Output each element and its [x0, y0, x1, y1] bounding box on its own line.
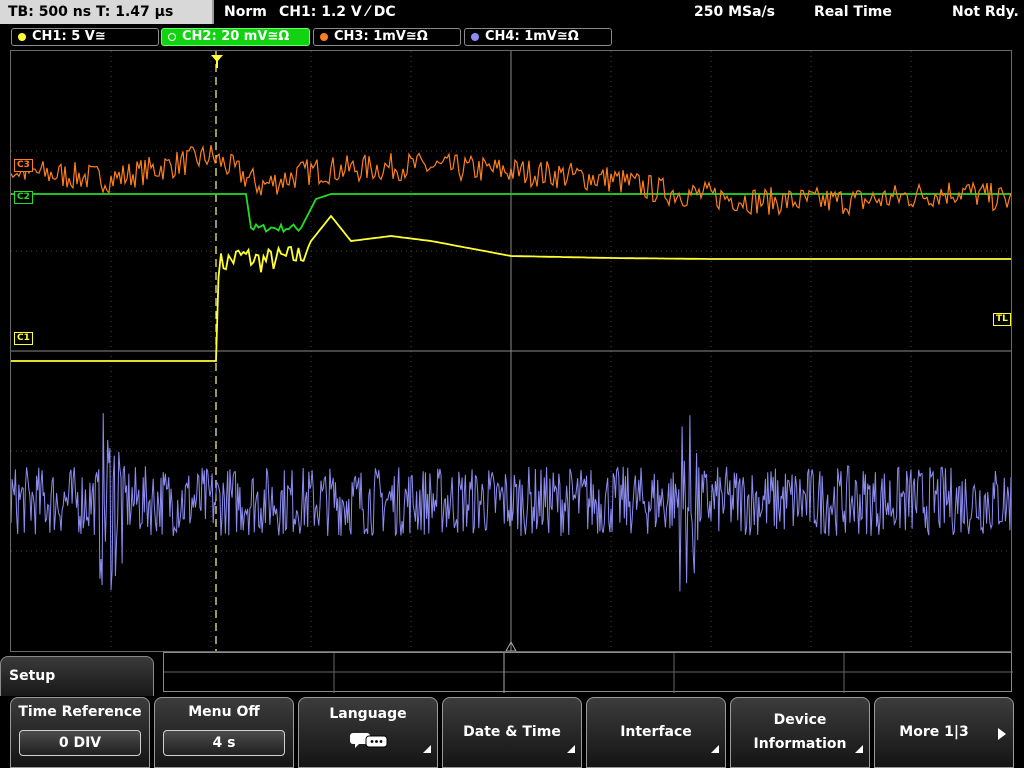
more-button[interactable]: More 1|3	[874, 697, 1014, 768]
trigger-level-marker[interactable]: TL	[993, 313, 1011, 326]
tab-ch2[interactable]: CH2: 20 mV≅Ω	[161, 28, 310, 46]
waveform-display[interactable]: C3 C2 C1 TL	[10, 50, 1012, 652]
language-label: Language	[329, 706, 407, 722]
device-information-button[interactable]: Device Information	[730, 697, 870, 768]
ch3-color-icon	[320, 33, 328, 41]
interface-button[interactable]: Interface	[586, 697, 726, 768]
ch1-color-icon	[18, 33, 26, 41]
ch4-color-icon	[471, 33, 479, 41]
arrow-right-icon	[997, 726, 1007, 740]
ch1-ground-marker[interactable]: C1	[14, 332, 33, 345]
menu-off-value: 4 s	[163, 730, 285, 756]
tab-ch3[interactable]: CH3: 1mV≅Ω	[313, 28, 461, 46]
ready-status: Not Rdy.	[952, 4, 1019, 20]
graticule-grid	[11, 51, 1011, 651]
submenu-corner-icon	[711, 745, 719, 753]
submenu-corner-icon	[855, 745, 863, 753]
menu-title: Setup	[0, 656, 154, 696]
language-button[interactable]: Language	[298, 697, 438, 768]
speech-bubble-icon	[349, 730, 389, 750]
ch2-color-icon	[168, 33, 176, 41]
trigger-mode[interactable]: Norm	[224, 0, 267, 24]
waveform-plot	[11, 51, 1011, 651]
date-time-button[interactable]: Date & Time	[442, 697, 582, 768]
ch2-ground-marker[interactable]: C2	[14, 191, 33, 204]
submenu-corner-icon	[423, 745, 431, 753]
device-information-label-2: Information	[753, 736, 847, 752]
menu-off-label: Menu Off	[188, 704, 260, 720]
tab-ch1[interactable]: CH1: 5 V≅	[11, 28, 159, 46]
ch3-ground-marker[interactable]: C3	[14, 159, 33, 172]
time-reference-label: Time Reference	[18, 704, 142, 720]
time-reference-button[interactable]: Time Reference 0 DIV	[10, 697, 150, 768]
tab-ch4-label: CH4: 1mV≅Ω	[485, 29, 579, 44]
timebase-readout[interactable]: TB: 500 ns T: 1.47 µs	[0, 0, 214, 24]
tab-ch4[interactable]: CH4: 1mV≅Ω	[464, 28, 612, 46]
status-bar: TB: 500 ns T: 1.47 µs Norm CH1: 1.2 V ⁄ …	[0, 0, 1024, 26]
tab-ch3-label: CH3: 1mV≅Ω	[334, 29, 428, 44]
tab-ch1-label: CH1: 5 V≅	[32, 29, 106, 44]
zoom-overview-bar	[163, 652, 1013, 693]
time-reference-value: 0 DIV	[19, 730, 141, 756]
submenu-corner-icon	[567, 745, 575, 753]
trigger-point-icon[interactable]	[210, 54, 224, 68]
zoom-overview-grid	[164, 653, 1013, 693]
trigger-source[interactable]: CH1: 1.2 V ⁄ DC	[279, 0, 396, 24]
device-information-label-1: Device	[773, 712, 827, 728]
menu-off-button[interactable]: Menu Off 4 s	[154, 697, 294, 768]
tab-ch2-label: CH2: 20 mV≅Ω	[182, 29, 290, 44]
sample-rate: 250 MSa/s	[694, 4, 776, 20]
acquisition-mode: Real Time	[814, 4, 892, 20]
interface-label: Interface	[620, 724, 692, 740]
date-time-label: Date & Time	[463, 724, 561, 740]
more-label: More 1|3	[899, 724, 969, 740]
